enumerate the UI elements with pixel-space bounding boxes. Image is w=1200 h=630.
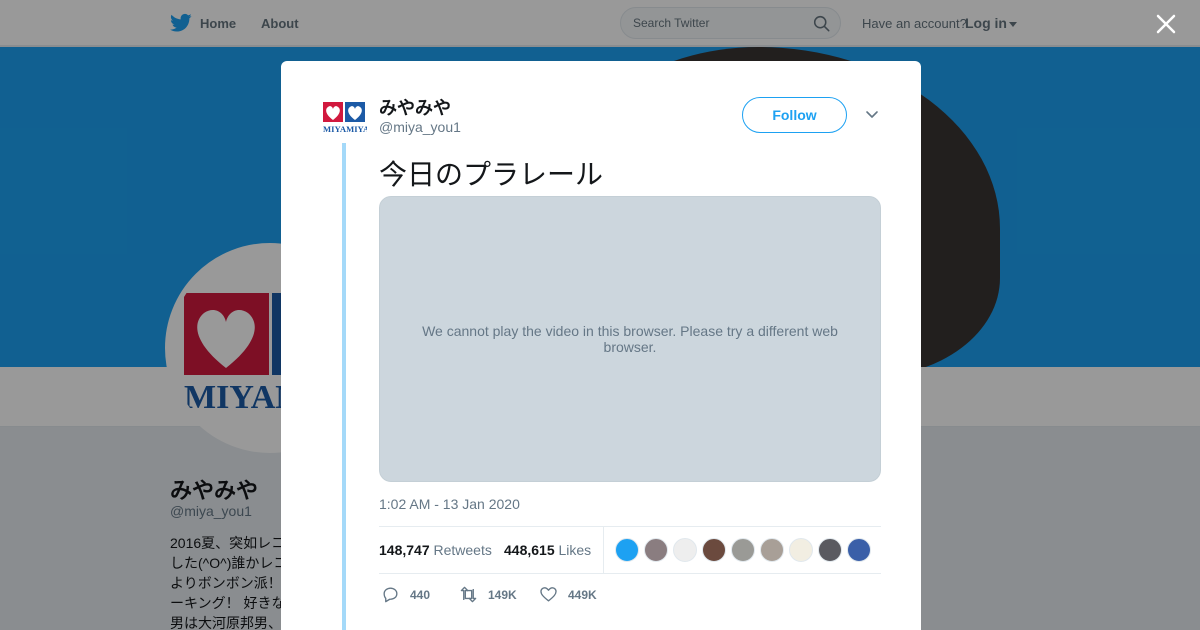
like-count: 449K xyxy=(568,587,597,602)
tweet-text: 今日のプラレール xyxy=(379,159,604,190)
chevron-down-icon[interactable] xyxy=(865,109,879,121)
reply-icon xyxy=(383,587,398,603)
stats-divider xyxy=(603,527,604,573)
liker-avatar[interactable] xyxy=(760,538,784,562)
tweet-stats: 148,747 Retweets 448,615 Likes xyxy=(379,526,881,574)
author-avatar[interactable]: MIYAMIYA xyxy=(323,101,367,135)
like-button[interactable]: 449K xyxy=(539,585,597,604)
follow-button[interactable]: Follow xyxy=(742,97,847,133)
author-name[interactable]: みやみや xyxy=(379,94,451,120)
likes-label: Likes xyxy=(558,542,592,558)
avatar-wordmark: MIYAMIYA xyxy=(323,124,367,134)
likes-stat[interactable]: 448,615 Likes xyxy=(504,542,591,558)
tweet-timestamp[interactable]: 1:02 AM - 13 Jan 2020 xyxy=(379,496,520,512)
retweet-icon xyxy=(460,586,477,603)
liker-avatar[interactable] xyxy=(789,538,813,562)
tweet-modal: MIYAMIYA みやみや @miya_you1 Follow 今日のプラレール… xyxy=(281,61,921,630)
likes-count: 448,615 xyxy=(504,542,555,558)
liker-avatar[interactable] xyxy=(818,538,842,562)
heart-icon xyxy=(540,587,557,602)
retweets-label: Retweets xyxy=(433,542,492,558)
thread-line xyxy=(342,143,346,630)
liker-avatar[interactable] xyxy=(644,538,668,562)
retweets-stat[interactable]: 148,747 Retweets xyxy=(379,542,492,558)
reply-count: 440 xyxy=(410,587,431,602)
liker-avatar[interactable] xyxy=(847,538,871,562)
liker-avatars xyxy=(615,538,871,562)
retweets-count: 148,747 xyxy=(379,542,430,558)
close-icon[interactable] xyxy=(1152,10,1180,38)
reply-button[interactable]: 440 xyxy=(381,585,430,604)
video-player[interactable]: We cannot play the video in this browser… xyxy=(379,196,881,482)
liker-avatar[interactable] xyxy=(702,538,726,562)
video-error-message: We cannot play the video in this browser… xyxy=(422,323,838,355)
retweet-count: 149K xyxy=(488,587,517,602)
liker-avatar[interactable] xyxy=(731,538,755,562)
author-handle[interactable]: @miya_you1 xyxy=(379,119,461,135)
liker-avatar[interactable] xyxy=(615,538,639,562)
retweet-button[interactable]: 149K xyxy=(459,585,517,604)
liker-avatar[interactable] xyxy=(673,538,697,562)
